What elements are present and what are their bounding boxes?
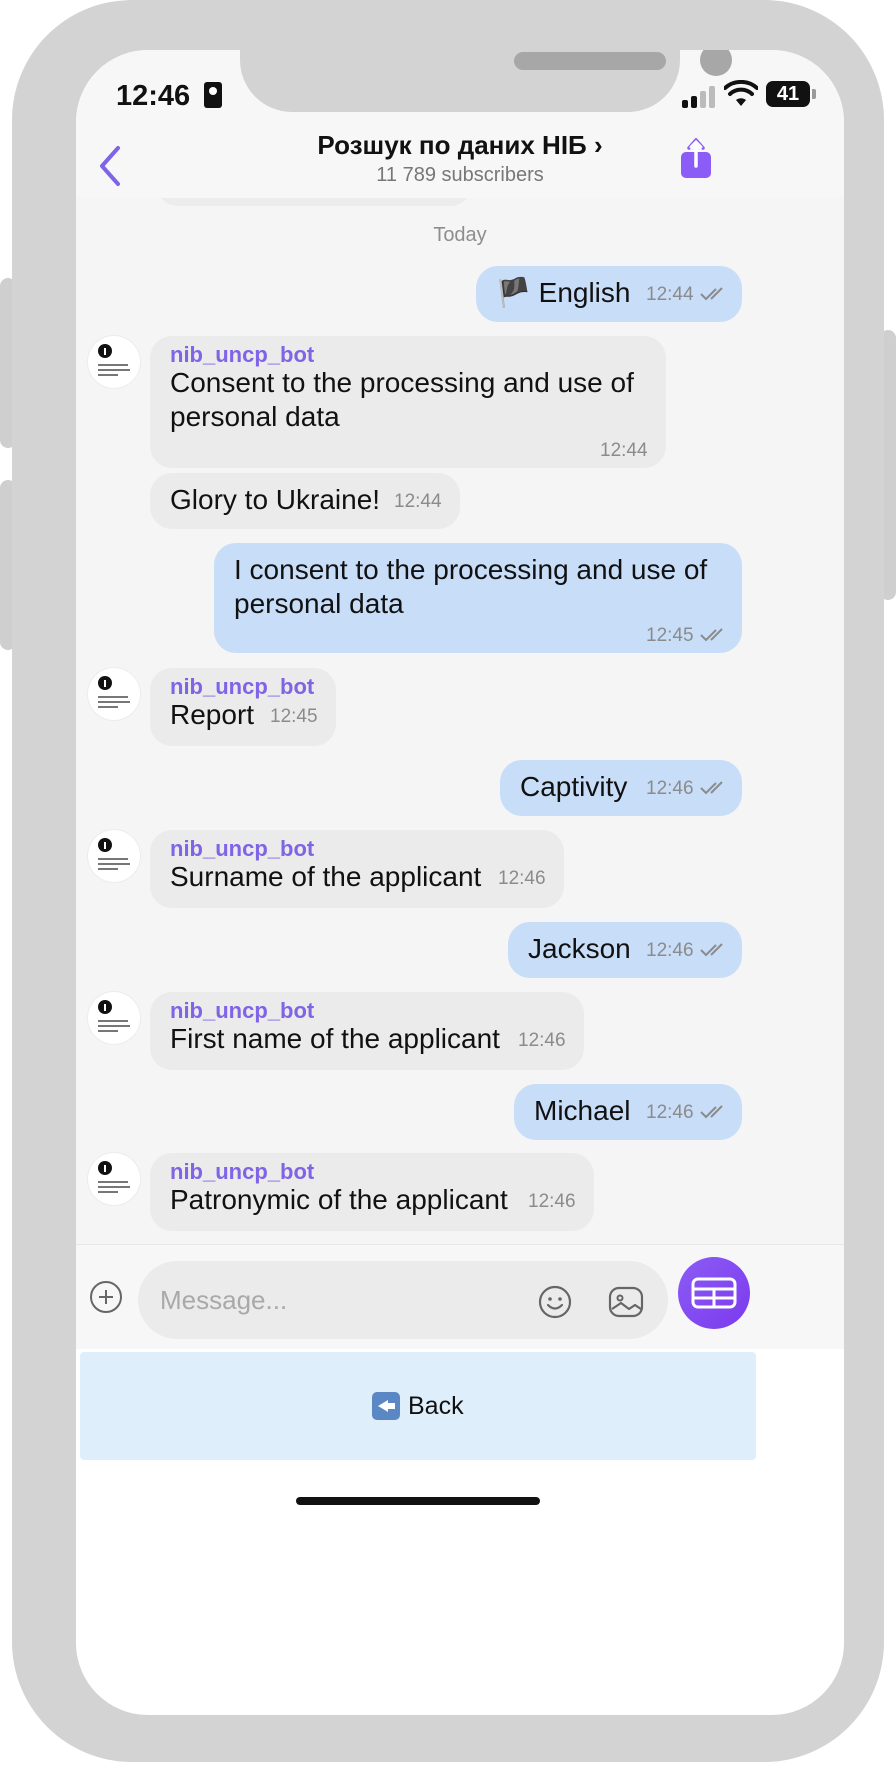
back-arrow-emoji-icon xyxy=(372,1392,400,1420)
cellular-signal-icon xyxy=(682,86,716,108)
outgoing-message[interactable]: Jackson 12:46 xyxy=(508,922,742,978)
message-text-line-2: personal data xyxy=(170,401,340,432)
incoming-message[interactable]: Glory to Ukraine! 12:44 xyxy=(150,473,460,529)
previous-message-edge xyxy=(156,198,472,206)
message-text: Glory to Ukraine! xyxy=(170,484,381,515)
status-time: 12:46 xyxy=(116,80,191,112)
read-ticks-icon xyxy=(700,781,723,795)
outgoing-message[interactable]: Michael 12:46 xyxy=(514,1084,742,1140)
channel-title[interactable]: Розшук по даних НІБ › xyxy=(76,130,844,161)
message-sender[interactable]: nib_uncp_bot xyxy=(170,342,314,368)
incoming-message[interactable]: nib_uncp_bot First name of the applicant… xyxy=(150,992,584,1070)
channel-subscribers: 11 789 subscribers xyxy=(376,164,544,186)
message-time: 12:46 xyxy=(528,1191,576,1212)
composer-bar xyxy=(76,1244,844,1349)
home-indicator xyxy=(296,1497,540,1505)
message-text: Report xyxy=(170,699,255,730)
read-ticks-icon xyxy=(700,628,723,642)
message-time: 12:45 xyxy=(646,625,694,646)
message-text-line-1: I consent to the processing and use of xyxy=(234,554,708,585)
incoming-message[interactable]: nib_uncp_bot Consent to the processing a… xyxy=(150,336,666,468)
date-separator: Today xyxy=(433,224,487,246)
bot-avatar[interactable] xyxy=(88,1153,140,1205)
message-text: 🏴 English xyxy=(496,277,631,308)
wifi-icon xyxy=(724,80,758,106)
message-text: Michael xyxy=(534,1095,631,1126)
incoming-message[interactable]: nib_uncp_bot Report 12:45 xyxy=(150,668,336,746)
incoming-message[interactable]: nib_uncp_bot Surname of the applicant 12… xyxy=(150,830,564,908)
message-input[interactable] xyxy=(138,1261,668,1339)
message-sender[interactable]: nib_uncp_bot xyxy=(170,674,314,700)
message-list[interactable]: Today 🏴 English 12:44 nib_uncp_bot Conse… xyxy=(76,198,844,1292)
message-time: 12:46 xyxy=(646,1102,694,1123)
sticker-icon[interactable] xyxy=(608,1285,644,1319)
message-text-line-1: Consent to the processing and use of xyxy=(170,367,634,398)
keyboard-grid-icon xyxy=(691,1277,737,1309)
battery-indicator: 41 xyxy=(766,81,816,107)
bot-avatar[interactable] xyxy=(88,668,140,720)
outgoing-message[interactable]: Captivity 12:46 xyxy=(500,760,742,816)
message-text: Captivity xyxy=(520,771,628,802)
message-time: 12:46 xyxy=(646,940,694,961)
sim-card-icon xyxy=(204,82,222,108)
read-ticks-icon xyxy=(700,943,723,957)
message-time: 12:44 xyxy=(600,440,648,461)
emoji-icon[interactable] xyxy=(538,1285,572,1319)
keyboard-button-back[interactable]: Back xyxy=(80,1352,756,1460)
message-sender[interactable]: nib_uncp_bot xyxy=(170,1159,314,1185)
incoming-message[interactable]: nib_uncp_bot Patronymic of the applicant… xyxy=(150,1153,594,1231)
bot-keyboard-button[interactable] xyxy=(678,1257,750,1329)
notch xyxy=(240,50,732,112)
outgoing-message[interactable]: I consent to the processing and use of p… xyxy=(214,543,742,653)
phone-frame: 12:46 41 Розшук по даних НІБ › 11 789 su… xyxy=(12,0,884,1762)
message-time: 12:45 xyxy=(270,706,318,727)
bot-avatar[interactable] xyxy=(88,830,140,882)
read-ticks-icon xyxy=(700,1105,723,1119)
plus-icon[interactable] xyxy=(90,1281,122,1313)
message-sender[interactable]: nib_uncp_bot xyxy=(170,998,314,1024)
message-time: 12:44 xyxy=(646,284,694,305)
keyboard-button-label: Back xyxy=(408,1392,464,1420)
message-text: Surname of the applicant xyxy=(170,861,482,892)
message-time: 12:46 xyxy=(646,778,694,799)
message-text: Patronymic of the applicant xyxy=(170,1184,508,1215)
message-time: 12:46 xyxy=(498,868,546,889)
bot-avatar[interactable] xyxy=(88,336,140,388)
message-sender[interactable]: nib_uncp_bot xyxy=(170,836,314,862)
message-text: First name of the applicant xyxy=(170,1023,500,1054)
outgoing-message[interactable]: 🏴 English 12:44 xyxy=(476,266,742,322)
message-time: 12:46 xyxy=(518,1030,566,1051)
read-ticks-icon xyxy=(700,287,723,301)
message-text-line-2: personal data xyxy=(234,588,404,619)
message-time: 12:44 xyxy=(394,491,442,512)
phone-screen: 12:46 41 Розшук по даних НІБ › 11 789 su… xyxy=(76,50,844,1715)
bot-avatar[interactable] xyxy=(88,992,140,1044)
message-text: Jackson xyxy=(528,933,631,964)
share-icon[interactable] xyxy=(679,138,713,180)
speaker xyxy=(514,52,666,70)
